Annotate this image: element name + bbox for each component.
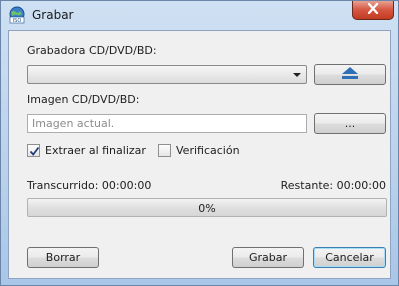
- eject-after-label[interactable]: Extraer al finalizar: [45, 144, 146, 157]
- window-title: Grabar: [32, 8, 74, 22]
- burn-button[interactable]: Grabar: [232, 247, 304, 268]
- progress-bar: 0%: [27, 198, 387, 217]
- recorder-select[interactable]: [27, 65, 307, 84]
- checkmark-icon: [29, 146, 40, 156]
- close-icon: [367, 2, 379, 17]
- remaining-time: Restante: 00:00:00: [280, 179, 386, 192]
- recorder-label: Grabadora CD/DVD/BD:: [27, 44, 157, 57]
- globe-iso-icon: ISO: [8, 6, 26, 24]
- eject-icon: [341, 67, 359, 82]
- browse-button[interactable]: ...: [314, 113, 386, 134]
- chevron-down-icon: [293, 73, 301, 77]
- title-bar[interactable]: ISO Grabar: [1, 1, 398, 29]
- close-button[interactable]: [352, 1, 394, 20]
- eject-button[interactable]: [314, 64, 386, 85]
- image-label: Imagen CD/DVD/BD:: [27, 93, 140, 106]
- eject-after-checkbox[interactable]: [27, 144, 40, 157]
- verify-label[interactable]: Verificación: [176, 144, 240, 157]
- burn-dialog: ISO Grabar Grabadora CD/DVD/BD: Imagen C…: [0, 0, 399, 286]
- image-path-input[interactable]: Imagen actual.: [27, 114, 307, 133]
- clear-button[interactable]: Borrar: [27, 247, 99, 268]
- dialog-body: Grabadora CD/DVD/BD: Imagen CD/DVD/BD: I…: [8, 30, 391, 279]
- verify-checkbox[interactable]: [158, 144, 171, 157]
- progress-text: 0%: [198, 202, 216, 215]
- svg-text:ISO: ISO: [13, 18, 22, 24]
- image-path-placeholder: Imagen actual.: [32, 117, 115, 130]
- elapsed-time: Transcurrido: 00:00:00: [27, 179, 152, 192]
- cancel-button[interactable]: Cancelar: [313, 247, 386, 268]
